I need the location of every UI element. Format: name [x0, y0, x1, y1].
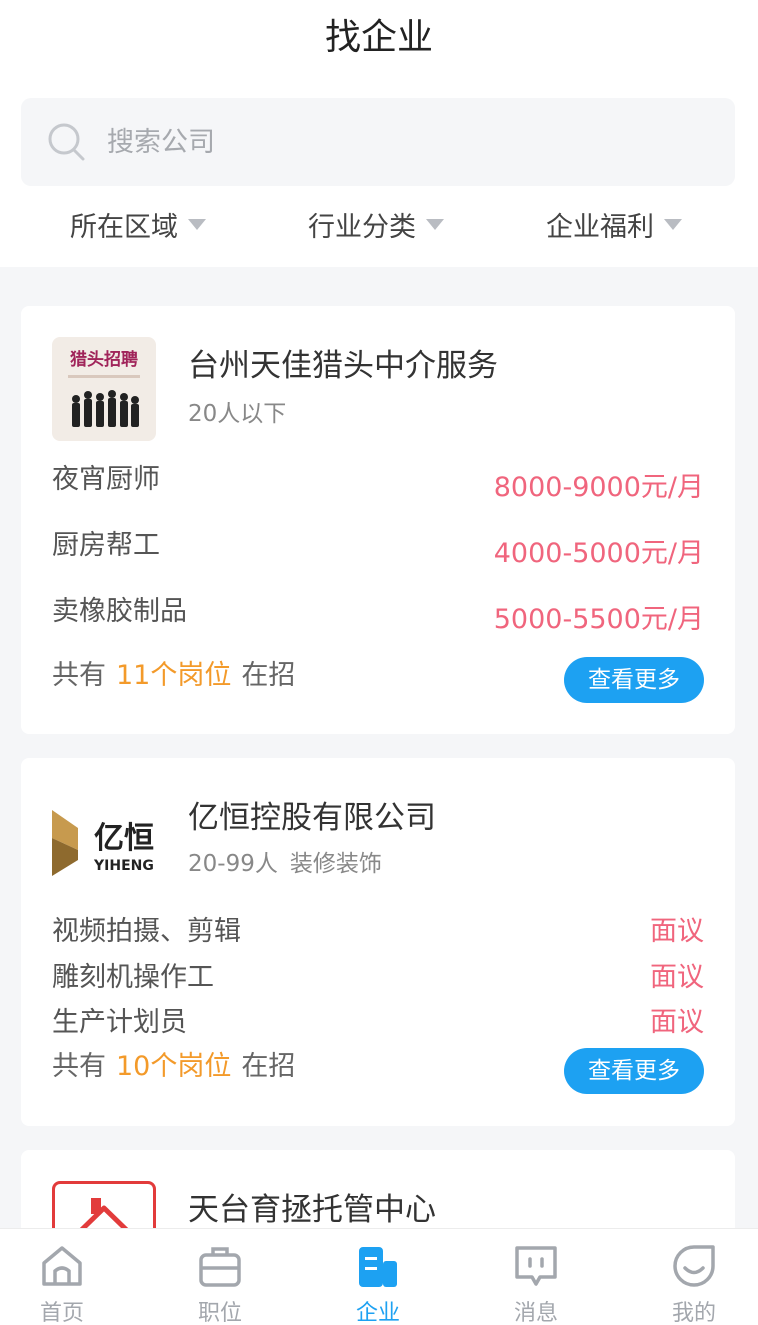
company-logo-image: 猎头招聘 [68, 349, 140, 427]
logo-text: 亿恒 [94, 821, 154, 856]
tab-jobs[interactable]: 职位 [155, 1229, 285, 1325]
job-item[interactable]: 视频拍摄、剪辑 面议 [52, 910, 704, 954]
page-title: 找企业 [324, 17, 433, 58]
filter-industry[interactable]: 行业分类 [308, 202, 444, 246]
count-prefix: 共有 [52, 1051, 106, 1082]
count-prefix: 共有 [52, 660, 106, 691]
job-salary: 8000-9000元/月 [493, 472, 704, 503]
job-salary: 4000-5000元/月 [493, 538, 704, 569]
tab-label: 职位 [197, 1301, 242, 1325]
company-logo: 亿恒 YIHENG [52, 788, 156, 892]
job-salary: 面议 [650, 916, 704, 947]
job-title: 厨房帮工 [52, 530, 160, 561]
tab-label: 首页 [39, 1301, 84, 1325]
company-card[interactable]: 猎头招聘 台州天佳猎头中介服务 20人以下 夜宵厨师 8000-9000元/月 … [21, 306, 735, 734]
filter-bar: 所在区域 行业分类 企业福利 [0, 202, 758, 246]
job-count: 共有 11个岗位 在招 [52, 654, 295, 698]
job-title: 夜宵厨师 [52, 464, 160, 495]
company-card[interactable]: 亿恒 YIHENG 亿恒控股有限公司 20-99人 装修装饰 视频拍摄、剪辑 面议… [21, 758, 735, 1126]
company-meta: 20人以下 [188, 394, 298, 428]
job-item[interactable]: 卖橡胶制品 5000-5500元/月 [52, 590, 704, 635]
dropdown-arrow-icon [664, 218, 682, 230]
filter-region[interactable]: 所在区域 [70, 202, 206, 246]
tab-messages[interactable]: 消息 [471, 1229, 601, 1325]
company-meta: 20-99人 装修装饰 [188, 844, 394, 878]
company-size: 20-99人 [188, 851, 278, 877]
company-name[interactable]: 台州天佳猎头中介服务 [188, 340, 498, 385]
filter-label: 企业福利 [546, 211, 654, 243]
job-item[interactable]: 厨房帮工 4000-5000元/月 [52, 524, 704, 569]
tab-label: 企业 [355, 1301, 400, 1325]
profile-icon [673, 1245, 715, 1287]
dropdown-arrow-icon [426, 218, 444, 230]
dropdown-arrow-icon [188, 218, 206, 230]
tab-label: 我的 [671, 1301, 716, 1325]
filter-label: 行业分类 [308, 211, 416, 243]
job-title: 雕刻机操作工 [52, 962, 214, 993]
tab-profile[interactable]: 我的 [629, 1229, 758, 1325]
job-item[interactable]: 生产计划员 面议 [52, 1001, 704, 1045]
company-logo: 猎头招聘 [52, 337, 156, 441]
view-more-button[interactable]: 查看更多 [564, 1048, 704, 1094]
briefcase-icon [199, 1247, 241, 1287]
job-salary: 面议 [650, 962, 704, 993]
search-icon [48, 123, 85, 161]
job-salary: 5000-5500元/月 [493, 604, 704, 635]
job-count: 共有 10个岗位 在招 [52, 1045, 295, 1089]
company-name[interactable]: 天台育拯托管中心 [188, 1184, 436, 1229]
company-size: 20人以下 [188, 401, 287, 427]
job-salary: 面议 [650, 1007, 704, 1038]
tab-label: 消息 [513, 1301, 558, 1325]
count-suffix: 在招 [241, 660, 296, 691]
company-logo-image: 亿恒 YIHENG [52, 810, 154, 876]
tab-home[interactable]: 首页 [0, 1229, 127, 1325]
message-icon [515, 1246, 557, 1286]
company-name[interactable]: 亿恒控股有限公司 [188, 792, 436, 837]
home-icon [42, 1246, 82, 1286]
count-suffix: 在招 [241, 1051, 296, 1082]
tab-companies[interactable]: 企业 [313, 1229, 443, 1325]
count-value: 11个岗位 [116, 660, 232, 691]
job-title: 生产计划员 [52, 1007, 187, 1038]
bottom-tab-bar: 首页 职位 企业 消息 我的 [0, 1228, 758, 1325]
logo-text: 猎头招聘 [70, 349, 138, 370]
job-item[interactable]: 夜宵厨师 8000-9000元/月 [52, 458, 704, 503]
job-title: 卖橡胶制品 [52, 596, 187, 627]
job-title: 视频拍摄、剪辑 [52, 916, 241, 947]
filter-label: 所在区域 [70, 211, 178, 243]
company-industry: 装修装饰 [289, 851, 382, 877]
logo-subtext: YIHENG [93, 858, 154, 874]
count-value: 10个岗位 [116, 1051, 232, 1082]
search-bar[interactable] [21, 98, 735, 186]
view-more-button[interactable]: 查看更多 [564, 657, 704, 703]
top-panel: 找企业 所在区域 行业分类 企业福利 [0, 0, 758, 267]
job-item[interactable]: 雕刻机操作工 面议 [52, 956, 704, 1000]
search-input[interactable] [107, 122, 667, 162]
building-icon [359, 1247, 397, 1287]
filter-benefits[interactable]: 企业福利 [546, 202, 682, 246]
